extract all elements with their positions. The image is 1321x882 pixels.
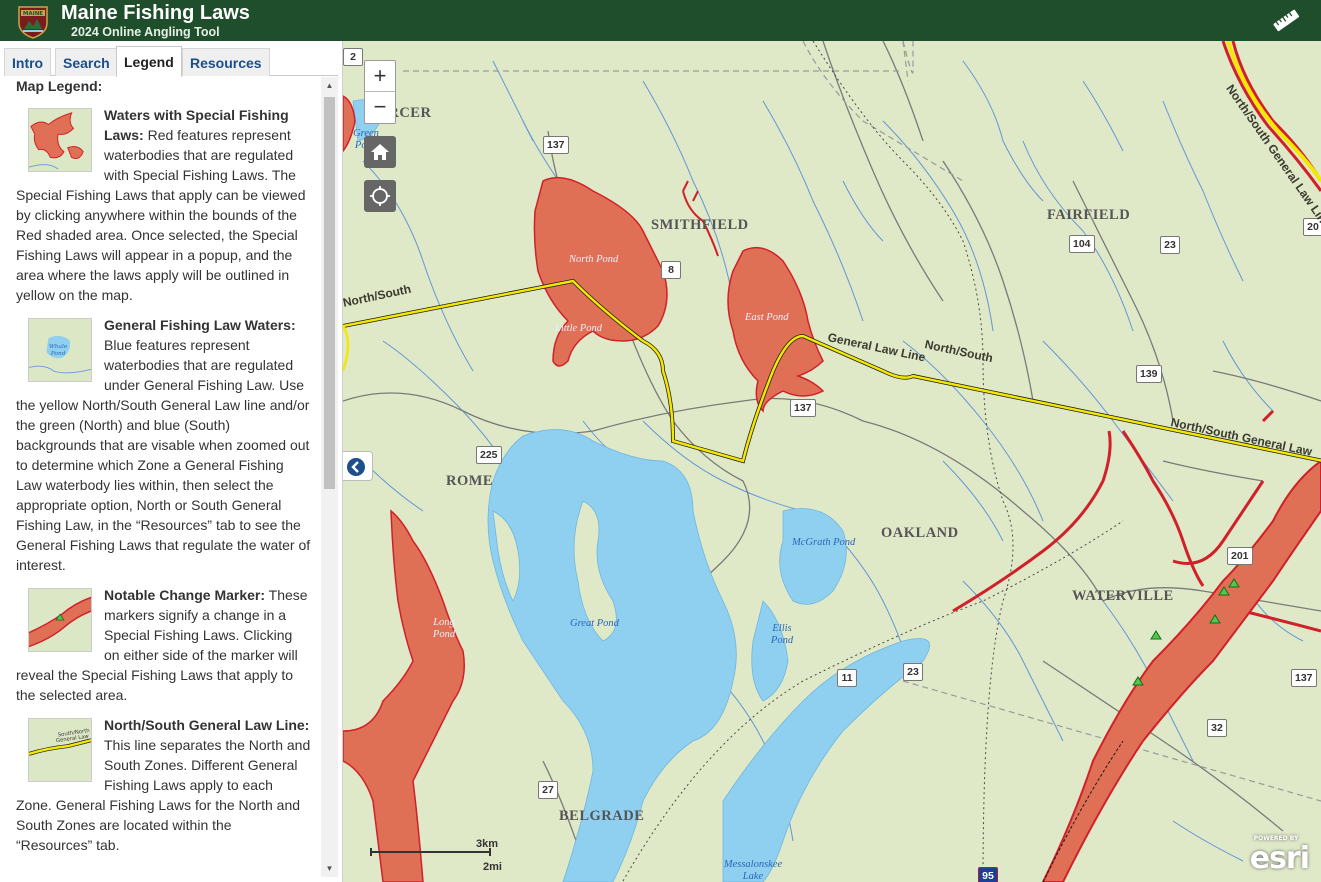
- scale-km-label: 3km: [476, 838, 499, 850]
- map-view[interactable]: MERCER SMITHFIELD FAIRFIELD ROME OAKLAND…: [343, 41, 1321, 882]
- water-label-long-pond: Long Pond: [432, 617, 456, 640]
- route-shield: 201: [1227, 547, 1253, 565]
- interstate-shield: 95: [978, 867, 998, 882]
- esri-logo-text: esri: [1249, 841, 1310, 876]
- water-label-mcgrath-pond: McGrath Pond: [792, 537, 856, 548]
- town-label-waterville: WATERVILLE: [1072, 588, 1174, 604]
- general-waters: [352, 99, 930, 882]
- locate-button[interactable]: [364, 180, 396, 212]
- water-label-little-pond: Little Pond: [555, 323, 602, 334]
- town-label-smithfield: SMITHFIELD: [651, 217, 749, 233]
- scroll-down-arrow-icon[interactable]: ▼: [321, 860, 338, 877]
- route-shield: 8: [661, 261, 681, 279]
- water-label-messalonskee-lake: Messalonskee Lake: [723, 859, 783, 882]
- logo-text: MAINE: [23, 11, 43, 17]
- route-shield: 225: [476, 446, 502, 464]
- water-label-north-pond: North Pond: [569, 254, 619, 265]
- town-label-fairfield: FAIRFIELD: [1047, 207, 1131, 223]
- locate-icon: [370, 186, 390, 206]
- route-shield: 137: [790, 399, 816, 417]
- law-line-thumbnail: South/North General Law: [28, 718, 92, 782]
- tab-resources[interactable]: Resources: [182, 48, 270, 76]
- route-shield: 104: [1069, 235, 1095, 253]
- water-label-east-pond: East Pond: [745, 312, 789, 323]
- route-shield: 137: [543, 136, 569, 154]
- legend-heading-law-line: North/South General Law Line:: [104, 717, 310, 733]
- legend-item-general-waters: Whale Pond General Fishing Law Waters: B…: [16, 315, 311, 575]
- maine-logo-icon: MAINE: [18, 6, 48, 39]
- route-shield: 139: [1136, 365, 1162, 383]
- zoom-out-button[interactable]: −: [365, 92, 395, 123]
- water-label-ellis-pond: Ellis Pond: [770, 623, 794, 646]
- legend-scrollbar[interactable]: ▲ ▼: [321, 77, 338, 877]
- change-marker-thumbnail: [28, 588, 92, 652]
- railroad: [812, 41, 1014, 882]
- scale-bar: 3km 2mi: [370, 838, 520, 873]
- zoom-control: + −: [364, 60, 396, 124]
- special-waters-thumbnail: [28, 108, 92, 172]
- tab-intro[interactable]: Intro: [4, 48, 52, 76]
- home-icon: [371, 144, 389, 160]
- home-button[interactable]: [364, 136, 396, 168]
- arrow-left-circle-icon: [347, 458, 365, 476]
- water-label-great-pond: Great Pond: [570, 618, 619, 629]
- esri-logo[interactable]: POWERED BY esri: [1249, 835, 1310, 876]
- general-waters-thumbnail: Whale Pond: [28, 318, 92, 382]
- route-shield: 23: [903, 663, 923, 681]
- legend-item-special-waters: Waters with Special Fishing Laws: Red fe…: [16, 105, 311, 305]
- collapse-panel-button[interactable]: [343, 451, 373, 481]
- legend-title: Map Legend:: [16, 78, 103, 94]
- legend-item-law-line: South/North General Law North/South Gene…: [16, 715, 311, 855]
- town-label-rome: ROME: [446, 473, 494, 489]
- svg-text:Pond: Pond: [50, 351, 66, 357]
- tab-legend[interactable]: Legend: [116, 46, 182, 77]
- route-shield: 27: [538, 781, 558, 799]
- app-header: MAINE Maine Fishing Laws 2024 Online Ang…: [0, 0, 1321, 41]
- tab-bar: Intro Search Legend Resources: [4, 46, 338, 77]
- scroll-thumb[interactable]: [324, 97, 335, 489]
- town-label-oakland: OAKLAND: [881, 525, 959, 541]
- scale-mi-label: 2mi: [483, 861, 502, 873]
- measure-ruler-icon[interactable]: [1271, 6, 1301, 34]
- legend-item-change-marker: Notable Change Marker: These markers sig…: [16, 585, 311, 705]
- town-label-belgrade: BELGRADE: [559, 808, 645, 824]
- esri-powered-by: POWERED BY: [1253, 835, 1299, 842]
- route-shield: 137: [1291, 669, 1317, 687]
- svg-text:Whale: Whale: [49, 344, 68, 350]
- route-shield: 2: [343, 48, 363, 66]
- app-subtitle: 2024 Online Angling Tool: [71, 25, 220, 39]
- zoom-in-button[interactable]: +: [365, 61, 395, 92]
- north-south-law-line: [343, 278, 1321, 464]
- legend-heading-general-waters: General Fishing Law Waters:: [104, 317, 296, 333]
- route-shield: 11: [837, 669, 857, 687]
- legend-panel[interactable]: Map Legend: Waters with Special Fishing …: [5, 77, 338, 877]
- route-shield: 32: [1207, 719, 1227, 737]
- legend-heading-change-marker: Notable Change Marker:: [104, 587, 266, 603]
- app-title: Maine Fishing Laws: [61, 2, 250, 24]
- kennebec-river: [1041, 459, 1321, 882]
- tab-search[interactable]: Search: [55, 48, 118, 76]
- scroll-up-arrow-icon[interactable]: ▲: [321, 77, 338, 94]
- side-panel: Intro Search Legend Resources Map Legend…: [0, 41, 343, 882]
- route-shield: 23: [1160, 236, 1180, 254]
- legend-content: Map Legend: Waters with Special Fishing …: [16, 77, 311, 865]
